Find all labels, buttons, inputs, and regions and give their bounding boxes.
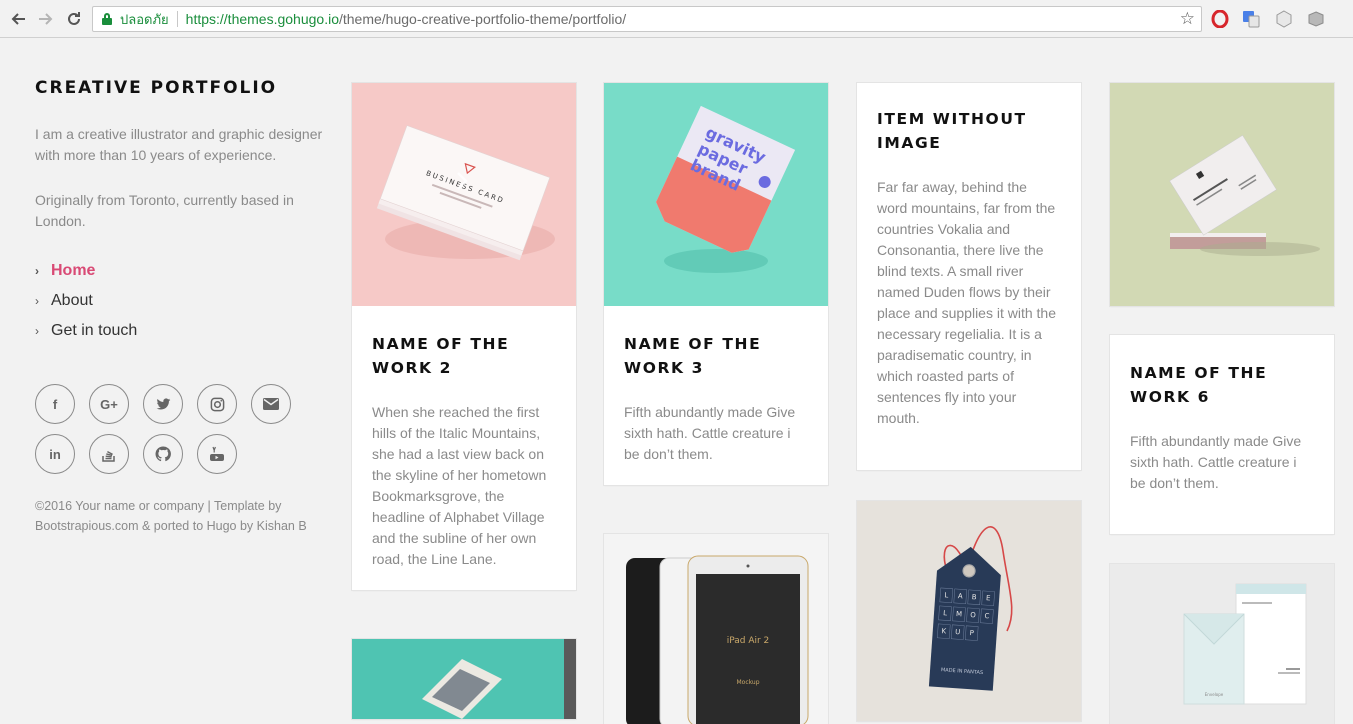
copyright-text: ©2016 Your name or company | Template by… [35,499,307,533]
card-image-brochure [352,639,576,719]
url-host: https://themes.gohugo.io [185,11,339,27]
facebook-glyph: f [52,396,58,412]
menu-item-about[interactable]: › About [35,286,325,316]
card-body: NAME OF THE WORK 3 Fifth abundantly made… [604,306,828,485]
site-title[interactable]: CREATIVE PORTFOLIO [35,78,325,98]
menu-item-home[interactable]: › Home [35,256,325,286]
card-description: Fifth abundantly made Give sixth hath. C… [624,404,796,462]
device-label: iPad Air 2 [727,636,770,646]
stackoverflow-icon[interactable] [89,434,129,474]
card-body: NAME OF THE WORK 6 Fifth abundantly made… [1110,335,1334,514]
google-plus-icon[interactable]: G+ [89,384,129,424]
portfolio-card-envelope[interactable]: Envelope [1110,564,1334,724]
translate-extension-icon[interactable] [1241,9,1261,29]
sidebar: CREATIVE PORTFOLIO I am a creative illus… [35,78,325,536]
menu-item-label: Home [51,262,96,279]
card-image-gravity-paper: gravity paper brand [604,83,828,306]
menu-item-label: About [51,292,93,309]
reload-icon [68,12,80,25]
tag-letter: U [955,628,961,636]
secure-label: ปลอดภัย [120,11,169,27]
twitter-icon[interactable] [143,384,183,424]
portfolio-card-item-without-image[interactable]: ITEM WITHOUT IMAGE Far far away, behind … [857,83,1081,470]
github-icon[interactable] [143,434,183,474]
chevron-right-icon: › [35,324,39,338]
chevron-right-icon: › [35,264,39,278]
mockup-label: Mockup [736,679,759,686]
card-image-ipad-mockup: iPad Air 2 Mockup [604,534,828,724]
linkedin-icon[interactable]: in [35,434,75,474]
back-arrow-icon [11,13,25,25]
forward-button[interactable] [35,8,57,30]
bookmark-star-icon[interactable]: ☆ [1180,9,1195,29]
lock-icon [102,13,112,25]
tag-letter: L [943,609,948,617]
card-title[interactable]: ITEM WITHOUT IMAGE [877,107,1061,155]
instagram-icon[interactable] [197,384,237,424]
menu-item-get-in-touch[interactable]: › Get in touch [35,316,325,346]
card-body: NAME OF THE WORK 2 When she reached the … [352,306,576,590]
tag-letter: L [944,591,949,599]
portfolio-card-label-tag[interactable]: LABELMOCKUP MADE IN PANTAS [857,501,1081,721]
facebook-icon[interactable]: f [35,384,75,424]
tag-letter: O [970,611,977,619]
card-description: When she reached the first hills of the … [372,404,547,567]
omnibox-separator [176,11,178,27]
menu-item-label: Get in touch [51,322,138,339]
tag-letter: M [956,610,963,618]
portfolio-card-work-2[interactable]: BUSINESS CARD NAME OF THE WORK 2 When sh… [352,83,576,590]
social-links: f G+ in [35,384,325,474]
tag-letter: E [986,594,991,602]
email-icon[interactable] [251,384,291,424]
address-bar[interactable]: ปลอดภัย https://themes.gohugo.io/theme/h… [92,6,1202,32]
portfolio-card-brochure[interactable] [352,639,576,719]
portfolio-card-ipad[interactable]: iPad Air 2 Mockup [604,534,828,724]
reload-button[interactable] [63,8,85,30]
card-description: Fifth abundantly made Give sixth hath. C… [1130,433,1302,491]
card-image-envelope: Envelope [1110,564,1334,724]
forward-arrow-icon [39,13,53,25]
bio-paragraph-1: I am a creative illustrator and graphic … [35,126,323,163]
portfolio-card-business-card-stack[interactable] [1110,83,1334,306]
card-description: Far far away, behind the word mountains,… [877,179,1056,426]
portfolio-card-work-6[interactable]: NAME OF THE WORK 6 Fifth abundantly made… [1110,335,1334,534]
tag-letter: A [958,592,964,600]
url-path: /theme/hugo-creative-portfolio-theme/por… [338,11,627,27]
tag-letter: B [972,593,978,601]
card-image-business-card: BUSINESS CARD [352,83,576,306]
browser-toolbar: ปลอดภัย https://themes.gohugo.io/theme/h… [0,0,1353,38]
cube-extension-icon[interactable] [1274,9,1294,29]
bio-paragraph-2: Originally from Toronto, currently based… [35,192,294,229]
opera-extension-icon[interactable] [1210,9,1230,29]
card-body: ITEM WITHOUT IMAGE Far far away, behind … [857,83,1081,449]
tag-letter: P [969,629,974,637]
card-title[interactable]: NAME OF THE WORK 2 [372,332,556,380]
card-title[interactable]: NAME OF THE WORK 3 [624,332,808,380]
card-image-standing-business-card [1110,83,1334,306]
linkedin-glyph: in [49,446,61,462]
google-plus-glyph: G+ [100,396,118,412]
main-menu: › Home › About › Get in touch [35,256,325,346]
tag-letter: C [984,612,990,620]
url-text[interactable]: https://themes.gohugo.io/theme/hugo-crea… [186,11,626,27]
card-title[interactable]: NAME OF THE WORK 6 [1130,361,1314,409]
card-image-label-tag: LABELMOCKUP MADE IN PANTAS [857,501,1081,721]
back-button[interactable] [7,8,29,30]
chevron-right-icon: › [35,294,39,308]
shield-extension-icon[interactable] [1306,9,1326,29]
envelope-label: Envelope [1205,692,1224,697]
youtube-icon[interactable] [197,434,237,474]
portfolio-card-work-3[interactable]: gravity paper brand NAME OF THE WORK 3 F… [604,83,828,485]
